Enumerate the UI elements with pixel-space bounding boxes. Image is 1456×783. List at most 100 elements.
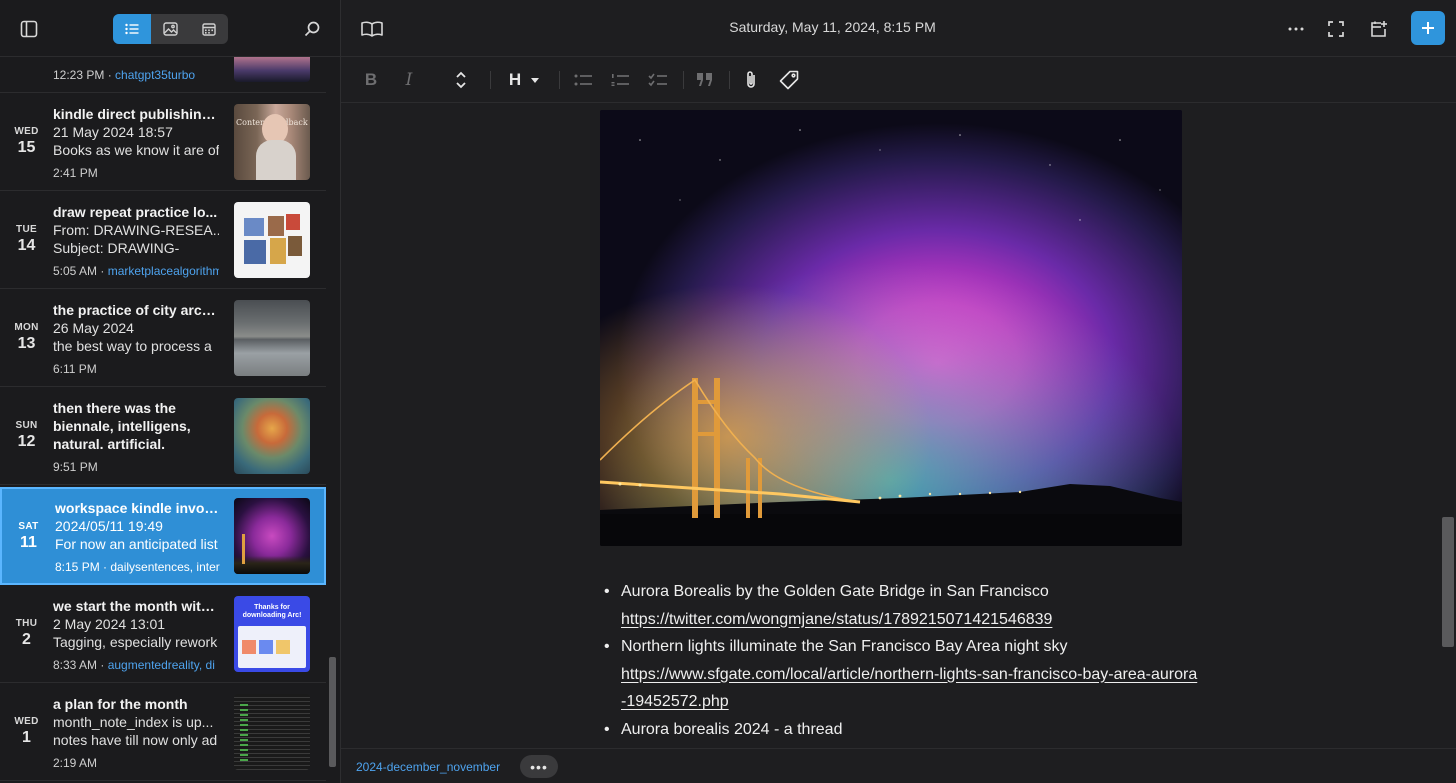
footer-more-button[interactable]: ••• (520, 755, 558, 778)
note-meta: 2:19 AM (53, 756, 98, 770)
note-meta: 8:33 AM · augmentedreality, di (53, 658, 215, 672)
note-meta: 6:11 PM (53, 362, 97, 376)
tag-button[interactable] (778, 66, 800, 94)
note-meta: 9:51 PM (53, 460, 98, 474)
editor-scrollbar[interactable] (1441, 103, 1456, 748)
calendar-plus-icon (1371, 21, 1387, 37)
note-thumbnail (234, 202, 310, 278)
note-preview-line: For now an anticipated list (55, 536, 218, 552)
day-of-week: MON (14, 322, 39, 333)
note-date: MON 13 (0, 289, 53, 386)
search-button[interactable] (297, 14, 327, 44)
day-of-week: SUN (15, 420, 38, 431)
note-list-item[interactable]: WED 1 a plan for the month month_note_in… (0, 683, 326, 781)
italic-icon: I (405, 70, 413, 90)
new-note-button[interactable] (1411, 11, 1445, 45)
note-meta: 8:15 PM · dailysentences, inter (55, 560, 220, 574)
bullet-text: Aurora borealis 2024 - a thread (621, 720, 843, 738)
bullet-list-icon (574, 74, 592, 86)
tag-icon (779, 70, 799, 90)
caret-down-icon (531, 77, 540, 83)
note-date: THU 2 (0, 585, 53, 682)
calendar-view-icon (202, 23, 216, 36)
note-list-item[interactable]: TUE 14 draw repeat practice lo... From: … (0, 191, 326, 289)
bullet-link[interactable]: https://www.sfgate.com/local/article/nor… (621, 666, 1197, 711)
note-thumbnail: Thanks for downloading Arc! (234, 596, 310, 672)
add-to-calendar-button[interactable] (1364, 14, 1394, 44)
day-of-week: WED (14, 126, 39, 137)
day-of-month: 2 (22, 631, 31, 648)
list-view-button[interactable] (113, 14, 152, 44)
scrollbar-thumb[interactable] (329, 657, 336, 767)
sidebar-header (0, 0, 340, 57)
note-title: draw repeat practice lo... (53, 204, 218, 220)
note-list-item[interactable]: 12:23 PM · chatgpt35turbo (0, 57, 326, 93)
note-content[interactable]: Aurora Borealis by the Golden Gate Bridg… (341, 103, 1441, 748)
note-preview-line: 2024/05/11 19:49 (55, 518, 163, 534)
note-date-title: Saturday, May 11, 2024, 8:15 PM (729, 19, 936, 35)
toolbar-divider (729, 71, 730, 89)
view-mode-switch (113, 14, 228, 44)
scrollbar-thumb[interactable] (1442, 517, 1454, 647)
aurora-photo (600, 110, 1182, 546)
note-meta: 2:41 PM (53, 166, 98, 180)
attach-button[interactable] (740, 66, 762, 94)
note-list: 12:23 PM · chatgpt35turbo WED 15 kindle … (0, 57, 326, 783)
link-list: Aurora Borealis by the Golden Gate Bridg… (600, 578, 1200, 743)
checklist-icon (648, 73, 667, 87)
note-thumbnail: Content feedback (234, 104, 310, 180)
sidebar-icon (20, 20, 38, 38)
more-options-button[interactable] (1281, 14, 1311, 44)
note-list-item-selected[interactable]: SAT 11 workspace kindle invoice 2024/05/… (0, 487, 326, 585)
numbered-list-icon (611, 74, 629, 86)
gallery-view-button[interactable] (151, 14, 189, 44)
note-title: then there was the biennale, intelligens… (53, 400, 191, 452)
day-of-month: 13 (17, 335, 36, 352)
quote-button[interactable] (695, 66, 715, 94)
note-list-item[interactable]: WED 15 kindle direct publishing ... 21 M… (0, 93, 326, 191)
toolbar-divider (490, 71, 491, 89)
day-of-week: WED (14, 716, 39, 727)
day-of-month: 14 (17, 237, 36, 254)
aurora-image[interactable] (600, 110, 1182, 546)
note-thumbnail (234, 57, 310, 82)
note-preview-line: 2 May 2024 13:01 (53, 616, 166, 632)
heading-icon: H (508, 70, 522, 89)
day-of-week: THU (15, 618, 38, 629)
note-date: TUE 14 (0, 191, 53, 288)
expand-collapse-button[interactable] (451, 66, 471, 94)
note-preview-line: Subject: DRAWING- (53, 240, 180, 256)
toggle-sidebar-button[interactable] (14, 14, 44, 44)
italic-button[interactable]: I (399, 66, 419, 94)
editor-pane: Saturday, May 11, 2024, 8:15 PM B I H • … (341, 0, 1456, 783)
bullet-list-button[interactable] (572, 66, 594, 94)
note-list-item[interactable]: MON 13 the practice of city arch... 26 M… (0, 289, 326, 387)
numbered-list-button[interactable] (609, 66, 631, 94)
thumbnail-caption: Thanks for downloading Arc! (242, 604, 302, 619)
bullet-text: Northern lights illuminate the San Franc… (621, 638, 1068, 655)
bullet-text: Aurora Borealis by the Golden Gate Bridg… (621, 583, 1049, 600)
note-list-scrollbar[interactable] (327, 57, 340, 783)
notebook-link[interactable]: 2024-december_november (356, 760, 500, 774)
note-list-item[interactable]: SUN 12 then there was the biennale, inte… (0, 387, 326, 485)
calendar-view-button[interactable] (190, 14, 228, 44)
plus-icon (1422, 22, 1434, 34)
quote-icon (697, 73, 712, 86)
day-of-month: 1 (22, 729, 31, 746)
day-of-month: 12 (17, 433, 36, 450)
note-meta: 5:05 AM · marketplacealgorithm (53, 264, 219, 278)
bold-button[interactable]: B (361, 66, 381, 94)
ellipsis-icon (1288, 27, 1304, 31)
fullscreen-icon (1328, 21, 1344, 37)
note-preview-line: the best way to process a (53, 338, 212, 354)
note-preview-line: From: DRAWING-RESEA... (53, 222, 219, 238)
note-list-item[interactable]: THU 2 we start the month with... 2 May 2… (0, 585, 326, 683)
bullet-link[interactable]: https://twitter.com/wongmjane/status/178… (621, 611, 1052, 628)
paperclip-icon (747, 71, 755, 88)
day-of-week: SAT (18, 520, 39, 532)
fullscreen-button[interactable] (1321, 14, 1351, 44)
note-thumbnail (234, 300, 310, 376)
heading-dropdown[interactable]: H (504, 66, 544, 94)
checklist-button[interactable] (647, 66, 669, 94)
search-icon (304, 21, 320, 37)
